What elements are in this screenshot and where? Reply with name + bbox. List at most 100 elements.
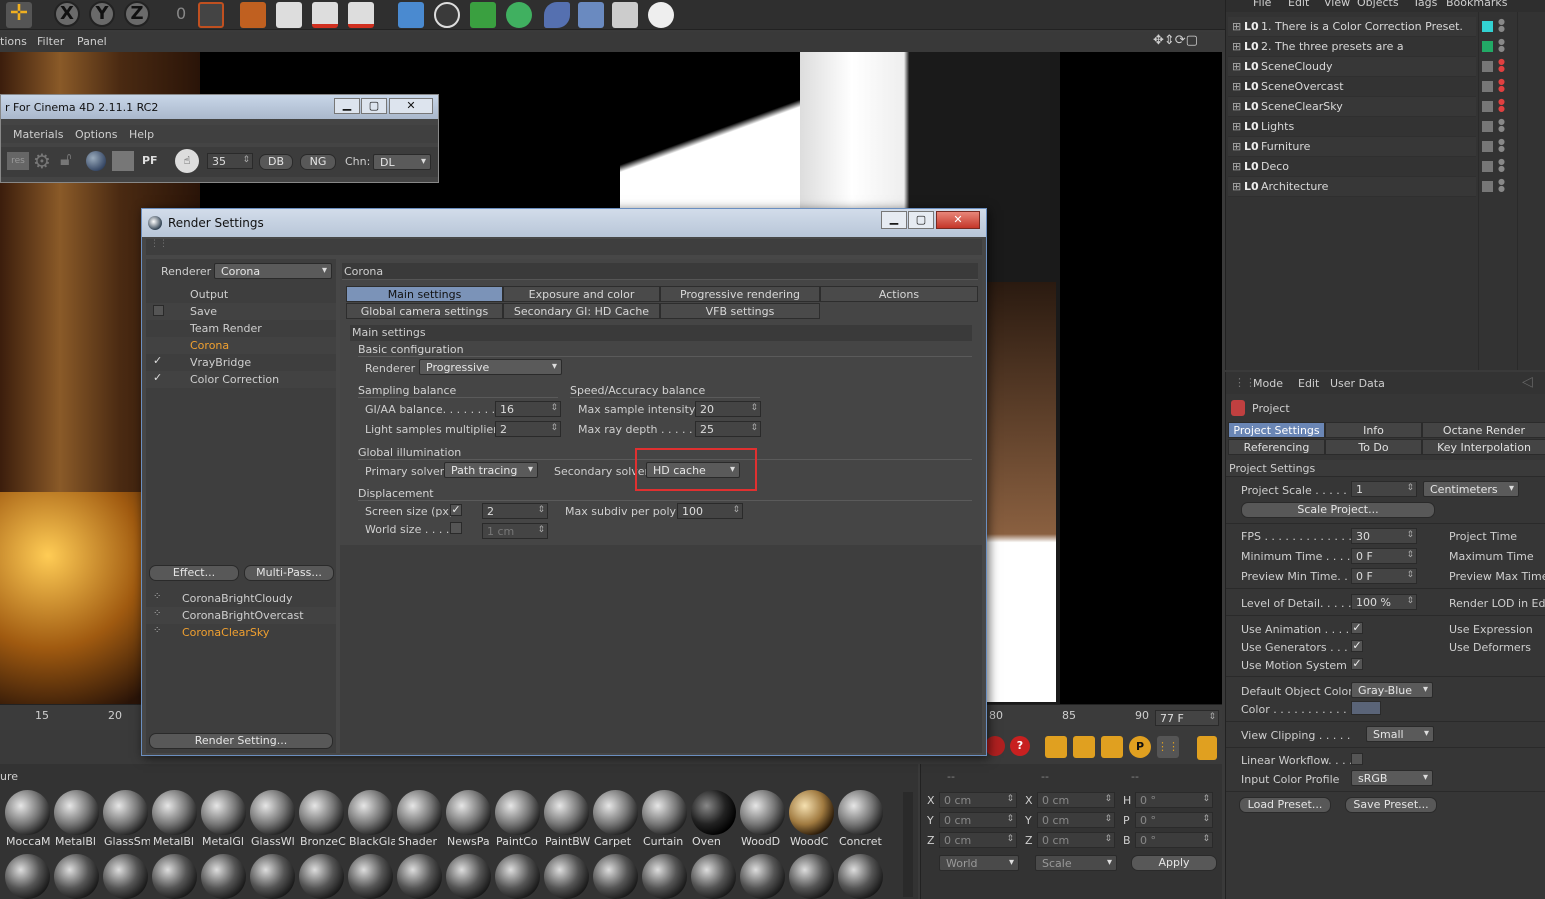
key-pla-icon[interactable]: ⋮⋮ xyxy=(1157,736,1179,758)
material-preview-icon[interactable] xyxy=(446,854,491,899)
material-preview-icon[interactable] xyxy=(5,790,50,835)
color-tag-icon[interactable] xyxy=(1482,21,1493,32)
picker-icon[interactable]: ☝ xyxy=(175,149,199,173)
visibility-dots-icon[interactable]: ● ● xyxy=(1498,98,1505,113)
min-time-field[interactable]: 0 F xyxy=(1351,548,1417,564)
render-settings-icon[interactable] xyxy=(348,2,374,28)
swatch-icon[interactable] xyxy=(112,151,134,171)
object-menu-item[interactable]: File xyxy=(1253,0,1271,9)
material-preview-icon[interactable] xyxy=(691,854,736,899)
coord-value-field[interactable]: 0 cm xyxy=(1037,812,1115,828)
material-preview-icon[interactable] xyxy=(152,790,197,835)
record-help-icon[interactable]: ? xyxy=(1010,736,1030,756)
spline-pen-icon[interactable] xyxy=(434,2,460,28)
rs-tree-item[interactable]: Team Render xyxy=(146,320,336,337)
tab-secondary-gi[interactable]: Secondary GI: HD Cache xyxy=(503,303,660,319)
rs-preset-item[interactable]: ⁘ CoronaBrightOvercast xyxy=(146,607,336,624)
object-row[interactable]: ⊞ L0 Architecture xyxy=(1228,177,1476,197)
load-preset-button[interactable]: Load Preset... xyxy=(1239,797,1331,813)
attr-menu-edit[interactable]: Edit xyxy=(1298,377,1319,390)
material-preview-icon[interactable] xyxy=(348,790,393,835)
save-preset-button[interactable]: Save Preset... xyxy=(1345,797,1437,813)
visibility-dots-icon[interactable]: ● ● xyxy=(1498,118,1505,133)
renderer-mode-dropdown[interactable]: Progressive xyxy=(419,359,562,375)
expand-icon[interactable]: ⊞ xyxy=(1232,137,1241,157)
rs-preset-item[interactable]: ⁘ CoronaClearSky xyxy=(146,624,336,641)
layer-tag-icon[interactable] xyxy=(1482,101,1493,112)
key-rotate-icon[interactable] xyxy=(1101,736,1123,758)
use-motion-checkbox[interactable]: ✓ xyxy=(1351,658,1363,670)
material-preview-icon[interactable] xyxy=(201,854,246,899)
rs-tree-item[interactable]: Corona xyxy=(146,337,336,354)
coordinate-system-icon[interactable] xyxy=(198,2,224,28)
expand-icon[interactable]: ⊞ xyxy=(1232,37,1241,57)
material-preview-icon[interactable] xyxy=(299,790,344,835)
world-size-checkbox[interactable] xyxy=(450,522,462,534)
use-generators-checkbox[interactable]: ✓ xyxy=(1351,640,1363,652)
preview-min-field[interactable]: 0 F xyxy=(1351,568,1417,584)
material-scrollbar[interactable] xyxy=(903,792,913,897)
coord-value-field[interactable]: 0 cm xyxy=(939,832,1017,848)
material-preview-icon[interactable] xyxy=(740,854,785,899)
tab-project-settings[interactable]: Project Settings xyxy=(1228,422,1325,438)
coord-value-field[interactable]: 0 ° xyxy=(1135,812,1213,828)
lod-field[interactable]: 100 % xyxy=(1351,594,1417,610)
res-icon[interactable]: res xyxy=(7,152,29,170)
object-menu-item[interactable]: Edit xyxy=(1288,0,1309,9)
object-menu-item[interactable]: Objects xyxy=(1357,0,1399,9)
material-preview-icon[interactable] xyxy=(152,854,197,899)
vray-close-button[interactable]: ✕ xyxy=(389,98,433,114)
floor-icon[interactable] xyxy=(578,2,604,28)
tab-main-settings[interactable]: Main settings xyxy=(346,286,503,302)
x-axis-lock-icon[interactable]: X xyxy=(54,1,80,27)
vray-menu-help[interactable]: Help xyxy=(129,128,154,141)
material-preview-icon[interactable] xyxy=(54,790,99,835)
film-strip-icon[interactable] xyxy=(1197,736,1217,760)
expand-icon[interactable]: ⊞ xyxy=(1232,177,1241,197)
multipass-button[interactable]: Multi-Pass... xyxy=(244,565,334,581)
layer-tag-icon[interactable] xyxy=(1482,61,1493,72)
screen-size-checkbox[interactable]: ✓ xyxy=(450,504,462,516)
material-preview-icon[interactable] xyxy=(5,854,50,899)
tab-exposure[interactable]: Exposure and color mapping xyxy=(503,286,660,316)
object-row[interactable]: ⊞ L0 SceneOvercast xyxy=(1228,77,1476,97)
layer-tag-icon[interactable] xyxy=(1482,141,1493,152)
material-preview-icon[interactable] xyxy=(789,790,834,835)
rs-tree-item[interactable]: ✓ Color Correction xyxy=(146,371,336,388)
cube-icon[interactable] xyxy=(398,2,424,28)
material-preview-icon[interactable] xyxy=(250,854,295,899)
material-preview-icon[interactable] xyxy=(348,854,393,899)
rs-tree-checkbox[interactable] xyxy=(153,322,164,333)
key-scale-icon[interactable] xyxy=(1073,736,1095,758)
rs-minimize-button[interactable]: ▁ xyxy=(881,211,907,229)
tab-global-camera[interactable]: Global camera settings xyxy=(346,303,503,319)
tab-referencing[interactable]: Referencing xyxy=(1228,439,1325,455)
attr-nav-arrow-icon[interactable]: ◁ xyxy=(1522,374,1533,390)
scale-project-button[interactable]: Scale Project... xyxy=(1241,502,1435,518)
rs-tree-item[interactable]: Output xyxy=(146,286,336,303)
color-tag-icon[interactable] xyxy=(1482,41,1493,52)
rs-tree-checkbox[interactable] xyxy=(153,305,164,316)
material-preview-icon[interactable] xyxy=(103,854,148,899)
visibility-dots-icon[interactable]: ● ● xyxy=(1498,58,1505,73)
material-preview-icon[interactable] xyxy=(789,854,834,899)
rs-tree-checkbox[interactable]: ✓ xyxy=(153,372,164,384)
move-tool-icon[interactable]: ✛ xyxy=(6,2,32,28)
vray-value-field[interactable]: 35 xyxy=(207,153,253,169)
expand-icon[interactable]: ⊞ xyxy=(1232,157,1241,177)
y-axis-lock-icon[interactable]: Y xyxy=(89,1,115,27)
visibility-dots-icon[interactable]: ● ● xyxy=(1498,178,1505,193)
material-preview-icon[interactable] xyxy=(642,854,687,899)
vray-chn-dropdown[interactable]: DL xyxy=(373,154,431,170)
light-bulb-icon[interactable] xyxy=(648,2,674,28)
primary-solver-dropdown[interactable]: Path tracing xyxy=(444,462,538,478)
vray-menu-materials[interactable]: Materials xyxy=(13,128,63,141)
vray-maximize-button[interactable]: ▢ xyxy=(361,98,387,114)
vray-menu-options[interactable]: Options xyxy=(75,128,117,141)
tab-progressive[interactable]: Progressive rendering xyxy=(660,286,820,302)
vray-ng-button[interactable]: NG xyxy=(300,154,336,170)
rs-maximize-button[interactable]: ▢ xyxy=(908,211,934,229)
world-size-field[interactable]: 1 cm xyxy=(482,523,548,539)
pf-icon[interactable]: PF xyxy=(142,154,158,167)
rs-tree-item[interactable]: Save xyxy=(146,303,336,320)
